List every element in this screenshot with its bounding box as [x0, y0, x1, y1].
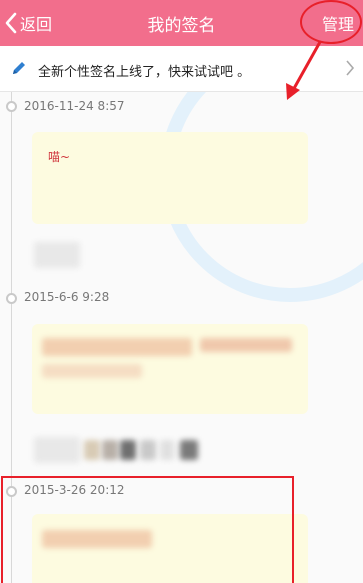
- signature-timeline: 2016-11-24 8:57 喵~ 2015-6-6 9:28 2015-3-…: [0, 92, 363, 583]
- top-bar: 返回 我的签名 管理: [0, 0, 363, 46]
- blurred-image: [84, 440, 100, 460]
- blurred-image: [120, 440, 136, 460]
- blurred-action: [34, 242, 80, 268]
- notice-bar[interactable]: 全新个性签名上线了，快来试试吧 。: [0, 46, 363, 92]
- blurred-text: [200, 338, 292, 352]
- blurred-image: [140, 440, 156, 460]
- notice-text: 全新个性签名上线了，快来试试吧 。: [38, 65, 251, 80]
- timeline-dot: [6, 101, 17, 112]
- signature-card[interactable]: [32, 324, 308, 414]
- blurred-text: [42, 364, 142, 378]
- signature-text: 喵~: [48, 150, 71, 164]
- entry-date: 2015-6-6 9:28: [24, 290, 110, 304]
- blurred-image: [160, 440, 174, 460]
- annotation-circle: [300, 0, 362, 44]
- entry-date: 2016-11-24 8:57: [24, 99, 125, 113]
- chevron-right-icon: [346, 60, 355, 76]
- blurred-action: [34, 437, 80, 463]
- blurred-image: [102, 440, 118, 460]
- pencil-icon: [13, 62, 25, 74]
- annotation-box: [1, 476, 294, 583]
- timeline-dot: [6, 293, 17, 304]
- signature-card[interactable]: 喵~: [32, 132, 308, 224]
- blurred-image: [180, 440, 198, 460]
- blurred-text: [42, 338, 192, 356]
